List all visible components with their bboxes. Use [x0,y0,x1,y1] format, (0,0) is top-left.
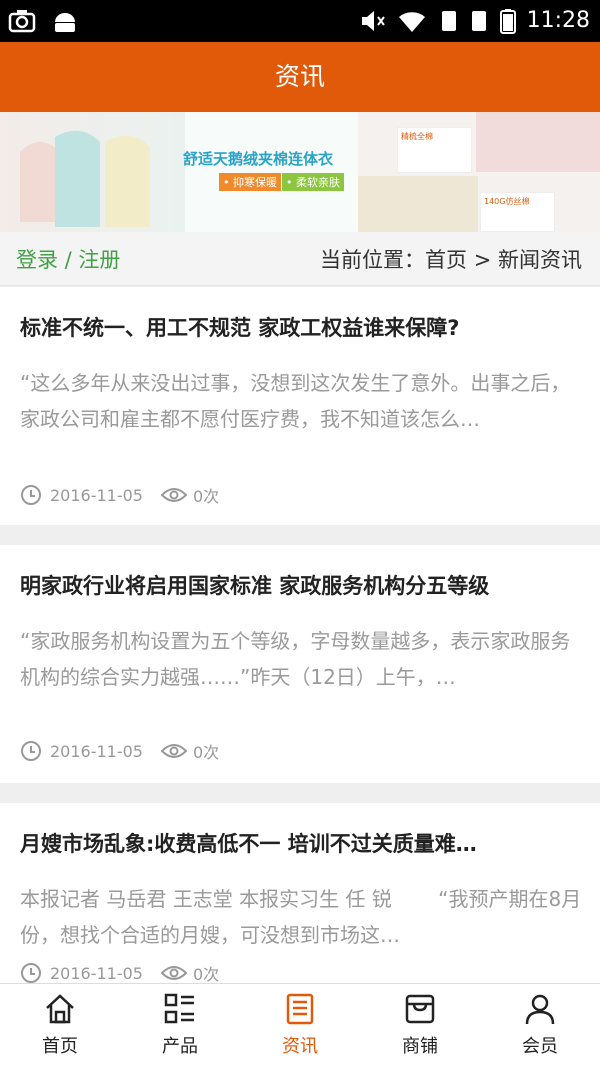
clock-icon [21,741,41,761]
tab-member[interactable]: 会员 [480,984,600,1067]
article-title[interactable]: 月嫂市场乱象:收费高低不一 培训不过关质量难… [20,828,585,858]
wifi-icon [398,12,425,32]
tab-news[interactable]: 资讯 [240,984,360,1067]
clock-icon [21,963,41,983]
eye-icon [160,488,187,502]
clock-icon [21,485,41,505]
article-views: 0次 [192,743,220,762]
sim1-icon [441,11,456,31]
article-views: 0次 [192,487,220,506]
bottom-tab-bar: 首页 产品 资讯 商铺 会员 [0,983,600,1067]
banner-title: 舒适天鹅绒夹棉连体衣 [183,150,334,168]
tab-label: 产品 [162,1036,198,1057]
tab-label: 商铺 [402,1036,438,1057]
breadcrumb-bar: 登录 / 注册 当前位置：首页 > 新闻资讯 [0,232,600,286]
article-summary: “家政服务机构设置为五个等级，字母数量越多，表示家政服务机构的综合实力越强……”… [20,629,571,689]
article-card[interactable]: 月嫂市场乱象:收费高低不一 培训不过关质量难… 本报记者 马岳君 王志堂 本报实… [0,803,600,993]
android-icon [55,13,75,32]
user-icon [525,994,555,1025]
article-card[interactable]: 标准不统一、用工不规范 家政工权益谁来保障? “这么多年从来没出过事，没想到这次… [0,287,600,525]
article-date: 2016-11-05 [50,963,143,983]
status-time: 11:28 [526,8,590,33]
tab-label: 首页 [42,1036,78,1057]
promo-banner[interactable]: 舒适天鹅绒夹棉连体衣 • 抑寒保暖 • 柔软亲肤 精梳全棉 140G仿丝棉 [0,112,600,232]
article-meta: 2016-11-05 0次 [20,483,219,507]
camera-icon [8,10,36,33]
article-title[interactable]: 标准不统一、用工不规范 家政工权益谁来保障? [20,312,585,342]
status-bar: 11:28 [0,0,600,42]
eye-icon [160,966,187,980]
article-meta: 2016-11-05 0次 [20,739,219,763]
article-summary: “这么多年从来没出过事，没想到这次发生了意外。出事之后，家政公司和雇主都不愿付医… [20,371,571,431]
eye-icon [160,744,187,758]
tab-products[interactable]: 产品 [120,984,240,1067]
app-header: 资讯 [0,42,600,112]
tab-home[interactable]: 首页 [0,984,120,1067]
battery-icon [499,9,516,34]
article-date: 2016-11-05 [50,485,143,505]
banner-tag: • 柔软亲肤 [282,173,344,191]
sim2-icon [471,11,486,31]
breadcrumb[interactable]: 当前位置：首页 > 新闻资讯 [320,244,582,274]
banner-card: 精梳全棉 [397,127,472,173]
grid-list-icon [164,993,194,1024]
article-title[interactable]: 明家政行业将启用国家标准 家政服务机构分五等级 [20,570,585,600]
article-summary: 本报记者 马岳君 王志堂 本报实习生 任 锐 “我预产期在8月份，想找个合适的月… [20,887,582,947]
home-icon [46,994,74,1024]
article-date: 2016-11-05 [50,741,143,761]
banner-product-image [0,112,185,232]
tab-shops[interactable]: 商铺 [360,984,480,1067]
article-views: 0次 [192,965,220,984]
page-title: 资讯 [274,62,325,91]
login-register-link[interactable]: 登录 / 注册 [16,244,120,274]
banner-tag: • 抑寒保暖 [219,173,281,191]
tab-label: 会员 [522,1036,558,1057]
article-meta: 2016-11-05 0次 [20,961,219,985]
banner-fabric-image [358,112,600,232]
mute-icon [361,11,385,31]
tab-label: 资讯 [282,1036,318,1057]
banner-card: 140G仿丝棉 [480,192,555,232]
store-icon [405,994,435,1024]
document-icon [286,993,314,1025]
article-card[interactable]: 明家政行业将启用国家标准 家政服务机构分五等级 “家政服务机构设置为五个等级，字… [0,545,600,783]
